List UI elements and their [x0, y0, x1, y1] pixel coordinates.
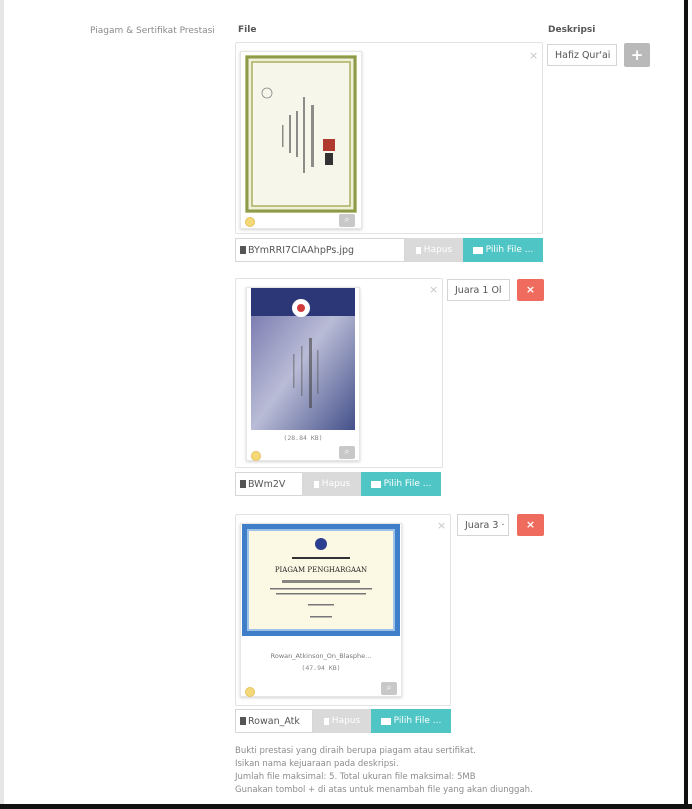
image-type-icon: [251, 451, 261, 461]
close-icon[interactable]: ×: [437, 520, 446, 531]
hapus-button[interactable]: Hapus: [405, 238, 463, 262]
file-icon: [240, 480, 246, 488]
file-icon: [240, 246, 246, 254]
pilih-file-button[interactable]: Pilih File ...: [463, 238, 543, 262]
pilih-file-label: Pilih File ...: [485, 245, 534, 255]
zoom-icon[interactable]: ⌕: [381, 682, 397, 695]
pilih-file-label: Pilih File ...: [393, 716, 442, 726]
help-text-line: Jumlah file maksimal: 5. Total ukuran fi…: [235, 772, 476, 782]
column-header-file: File: [238, 25, 257, 35]
pilih-file-label: Pilih File ...: [383, 479, 432, 489]
folder-open-icon: [370, 480, 381, 488]
description-input[interactable]: Juara 1 Ol: [447, 279, 510, 301]
description-input[interactable]: Hafiz Qur'ai: [547, 44, 617, 66]
help-text-line: Gunakan tombol + di atas untuk menambah …: [235, 785, 533, 795]
file-name-field[interactable]: BYmRRI7CIAAhpPs.jpg: [235, 238, 405, 262]
file-thumbnail: (28.84 KB) ⌕: [246, 287, 360, 461]
file-preview-card: × ⌕: [235, 42, 543, 234]
pilih-file-button[interactable]: Pilih File ...: [371, 709, 451, 733]
add-file-button[interactable]: +: [624, 43, 650, 67]
hapus-button[interactable]: Hapus: [313, 709, 371, 733]
hapus-label: Hapus: [423, 245, 453, 255]
file-input-row: BWm2V Hapus Pilih File ...: [235, 472, 441, 496]
trash-icon: [323, 717, 329, 725]
trash-icon: [313, 480, 319, 488]
field-label: Piagam & Sertifikat Prestasi: [90, 26, 215, 36]
pilih-file-button[interactable]: Pilih File ...: [361, 472, 441, 496]
close-icon[interactable]: ×: [529, 50, 538, 61]
file-thumbnail: ⌕: [240, 51, 362, 229]
file-size-caption: (47.94 KB): [301, 664, 341, 672]
folder-open-icon: [472, 246, 483, 254]
close-icon[interactable]: ×: [429, 284, 438, 295]
remove-file-button[interactable]: ×: [517, 279, 544, 301]
hapus-button[interactable]: Hapus: [303, 472, 361, 496]
page-left-edge: [0, 0, 4, 809]
trash-icon: [415, 246, 421, 254]
hapus-label: Hapus: [331, 716, 361, 726]
file-input-row: BYmRRI7CIAAhpPs.jpg Hapus Pilih File ...: [235, 238, 543, 262]
page-bottom-border: [0, 804, 692, 809]
file-name-text: Rowan_Atk: [248, 715, 300, 727]
image-type-icon: [245, 217, 255, 227]
file-preview-card: × PIAGAM PENGHARGAAN Rowan_Atkinson_On_B…: [235, 514, 451, 706]
file-preview-card: × (28.84 KB) ⌕: [235, 278, 443, 468]
file-input-row: Rowan_Atk Hapus Pilih File ...: [235, 709, 451, 733]
certificate-image: [251, 288, 355, 430]
file-name-field[interactable]: BWm2V: [235, 472, 303, 496]
file-caption: Rowan_Atkinson_On_Blasphe...: [270, 652, 372, 660]
hapus-label: Hapus: [321, 479, 351, 489]
file-thumbnail: PIAGAM PENGHARGAAN Rowan_Atkinson_On_Bla…: [240, 523, 402, 697]
help-text-line: Isikan nama kejuaraan pada deskripsi.: [235, 759, 399, 769]
file-name-text: BWm2V: [248, 478, 286, 490]
page-right-border: [684, 0, 688, 809]
zoom-icon[interactable]: ⌕: [339, 214, 355, 227]
file-size-caption: (28.84 KB): [283, 434, 323, 442]
certificate-image: [245, 55, 357, 213]
certificate-title: PIAGAM PENGHARGAAN: [275, 566, 367, 574]
remove-file-button[interactable]: ×: [517, 514, 544, 536]
image-type-icon: [245, 687, 255, 697]
folder-open-icon: [380, 717, 391, 725]
zoom-icon[interactable]: ⌕: [339, 446, 355, 459]
column-header-description: Deskripsi: [548, 25, 596, 35]
file-icon: [240, 717, 246, 725]
help-text-line: Bukti prestasi yang diraih berupa piagam…: [235, 746, 476, 756]
file-name-text: BYmRRI7CIAAhpPs.jpg: [248, 244, 355, 256]
certificate-image: PIAGAM PENGHARGAAN: [242, 524, 400, 636]
description-input[interactable]: Juara 3 ·: [457, 514, 509, 536]
file-name-field[interactable]: Rowan_Atk: [235, 709, 313, 733]
